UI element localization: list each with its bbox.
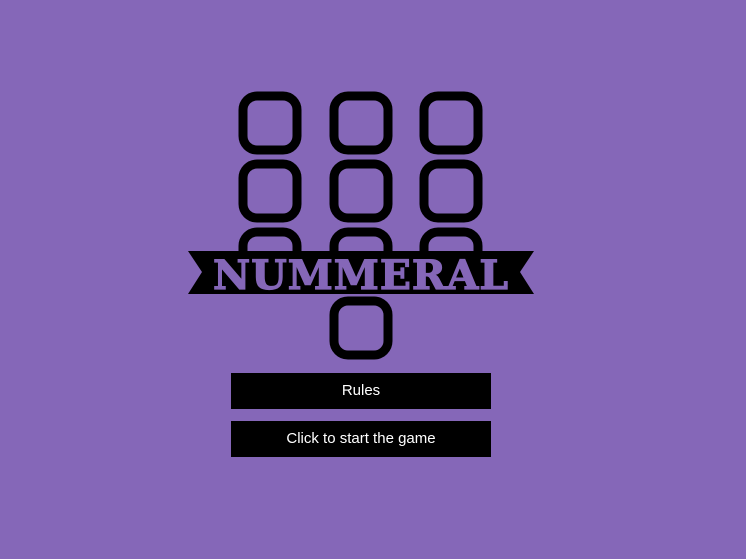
rules-button[interactable]: Rules <box>231 373 491 409</box>
grid-cell <box>329 159 393 223</box>
title-screen: NUMMERAL Rules Click to start the game <box>0 0 746 559</box>
grid-cell <box>419 159 483 223</box>
grid-cell <box>238 159 302 223</box>
grid-cell <box>329 296 393 360</box>
game-title: NUMMERAL <box>213 252 509 299</box>
start-game-button[interactable]: Click to start the game <box>231 421 491 457</box>
grid-cell <box>238 91 302 155</box>
grid-cell <box>419 91 483 155</box>
numeral-grid-icon <box>238 91 483 360</box>
nummeral-logo: NUMMERAL <box>188 91 534 360</box>
grid-cell <box>329 91 393 155</box>
title-banner: NUMMERAL <box>188 251 534 300</box>
